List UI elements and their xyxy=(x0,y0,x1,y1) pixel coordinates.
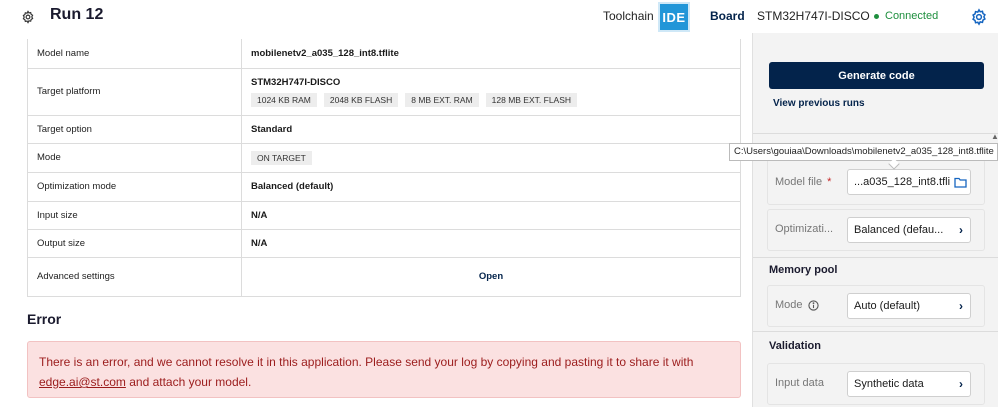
board-value[interactable]: STM32H747I-DISCO xyxy=(757,9,870,23)
panel-divider xyxy=(753,331,998,332)
panel-divider xyxy=(753,133,998,134)
board-settings-button[interactable] xyxy=(970,8,988,26)
toolchain-label: Toolchain xyxy=(603,9,654,23)
right-panel: Generate code View previous runs ▲ Model… xyxy=(752,33,998,407)
ram-chip: 1024 KB RAM xyxy=(251,92,317,107)
target-platform-value: STM32H747I-DISCO xyxy=(251,76,341,88)
optimization-label: Optimizati... xyxy=(775,223,834,235)
param-key: Target option xyxy=(27,114,242,144)
panel-divider xyxy=(753,257,998,258)
optimization-value: Balanced (defau... xyxy=(854,224,944,236)
generate-code-button[interactable]: Generate code xyxy=(769,62,984,89)
param-value: N/A xyxy=(241,200,741,230)
board-label: Board xyxy=(710,9,745,23)
mode-label: Mode xyxy=(775,299,819,311)
table-row: Target option Standard xyxy=(27,114,741,144)
mode-chip: ON TARGET xyxy=(251,150,312,165)
param-key: Model name xyxy=(27,39,242,69)
input-data-value: Synthetic data xyxy=(854,378,924,390)
param-value: mobilenetv2_a035_128_int8.tflite xyxy=(241,39,741,69)
param-value-cell: Open xyxy=(241,256,741,297)
optimization-row: Optimizati... Balanced (defau... › xyxy=(767,209,985,251)
mode-value: Auto (default) xyxy=(854,300,921,312)
mode-label-text: Mode xyxy=(775,299,803,311)
platform-chips: 1024 KB RAM 2048 KB FLASH 8 MB EXT. RAM 128… xyxy=(251,88,731,107)
status-dot-icon xyxy=(874,13,879,19)
error-heading: Error xyxy=(27,311,62,327)
param-key: Advanced settings xyxy=(27,256,242,297)
model-file-row: Model file * ...a035_128_int8.tflite xyxy=(767,159,985,205)
table-row: Mode ON TARGET xyxy=(27,142,741,173)
ext-ram-chip: 8 MB EXT. RAM xyxy=(405,92,479,107)
error-message-box: There is an error, and we cannot resolve… xyxy=(27,341,741,398)
param-key: Input size xyxy=(27,200,242,230)
scroll-up-icon[interactable]: ▲ xyxy=(991,132,998,141)
param-value: Standard xyxy=(241,114,741,144)
parameters-table: Model name mobilenetv2_a035_128_int8.tfl… xyxy=(27,39,741,297)
table-row: Optimization mode Balanced (default) xyxy=(27,171,741,202)
input-data-row: Input data Synthetic data › xyxy=(767,363,985,405)
ext-flash-chip: 128 MB EXT. FLASH xyxy=(485,92,578,107)
info-icon[interactable] xyxy=(807,299,819,311)
chevron-right-icon: › xyxy=(959,299,963,313)
param-value: Balanced (default) xyxy=(241,171,741,202)
table-row: Model name mobilenetv2_a035_128_int8.tfl… xyxy=(27,39,741,69)
memory-mode-select[interactable]: Auto (default) › xyxy=(847,293,971,319)
view-previous-runs-link[interactable]: View previous runs xyxy=(773,98,865,109)
toolchain-ide-badge[interactable]: IDE xyxy=(658,2,690,32)
run-settings-button[interactable] xyxy=(17,6,39,28)
param-key: Mode xyxy=(27,142,242,173)
settings-gear-icon xyxy=(972,8,986,26)
open-advanced-settings-link[interactable]: Open xyxy=(251,271,731,282)
run-title: Run 12 xyxy=(50,6,104,23)
param-key: Optimization mode xyxy=(27,171,242,202)
error-suffix: and attach your model. xyxy=(129,375,252,389)
param-value-cell: STM32H747I-DISCO 1024 KB RAM 2048 KB FLAS… xyxy=(241,67,741,116)
flash-chip: 2048 KB FLASH xyxy=(323,92,399,107)
model-file-label-text: Model file xyxy=(775,176,823,188)
main-content: Model name mobilenetv2_a035_128_int8.tfl… xyxy=(0,33,752,407)
memory-pool-title: Memory pool xyxy=(769,264,838,276)
table-row: Input size N/A xyxy=(27,200,741,230)
gear-icon xyxy=(22,10,34,24)
chevron-right-icon: › xyxy=(959,223,963,237)
support-email-link[interactable]: edge.ai@st.com xyxy=(39,375,126,389)
connection-status: Connected xyxy=(874,10,938,22)
table-row: Output size N/A xyxy=(27,228,741,258)
table-row: Advanced settings Open xyxy=(27,256,741,297)
param-key: Output size xyxy=(27,228,242,258)
error-message: There is an error, and we cannot resolve… xyxy=(39,355,694,369)
model-file-value: ...a035_128_int8.tflite xyxy=(854,176,950,188)
input-data-select[interactable]: Synthetic data › xyxy=(847,371,971,397)
connection-status-text: Connected xyxy=(885,10,939,22)
top-bar: Run 12 Toolchain IDE Board STM32H747I-DI… xyxy=(0,0,998,33)
validation-title: Validation xyxy=(769,340,821,352)
folder-icon[interactable] xyxy=(950,177,970,188)
param-value: N/A xyxy=(241,228,741,258)
required-marker: * xyxy=(827,176,832,188)
chevron-right-icon: › xyxy=(959,377,963,391)
table-row: Target platform STM32H747I-DISCO 1024 KB… xyxy=(27,67,741,116)
input-data-label: Input data xyxy=(775,377,824,389)
memory-mode-row: Mode Auto (default) › xyxy=(767,285,985,327)
model-file-field[interactable]: ...a035_128_int8.tflite xyxy=(847,169,971,195)
model-file-label: Model file * xyxy=(775,176,831,188)
param-value-cell: ON TARGET xyxy=(241,142,741,173)
param-key: Target platform xyxy=(27,67,242,116)
optimization-select[interactable]: Balanced (defau... › xyxy=(847,217,971,243)
model-path-tooltip: C:\Users\gouiaa\Downloads\mobilenetv2_a0… xyxy=(729,143,998,161)
app-root: Run 12 Toolchain IDE Board STM32H747I-DI… xyxy=(0,0,998,407)
